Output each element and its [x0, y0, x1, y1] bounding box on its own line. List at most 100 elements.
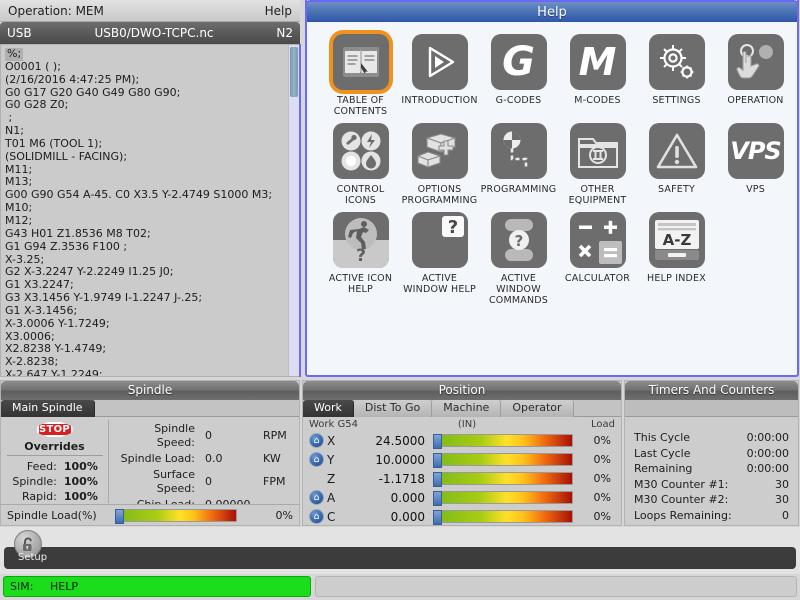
axis-row-x: ⌂X24.50000% [303, 431, 621, 450]
status-row: SIM: HELP [0, 574, 800, 600]
axis-name: C [327, 510, 345, 524]
help-item-vps[interactable]: VPSVPS [716, 123, 795, 206]
spindle-stop-indicator: STOP [37, 422, 73, 437]
override-row: Feed:100% [9, 460, 101, 473]
gcode-focus-border [299, 44, 301, 377]
gcode-scrollbar[interactable] [288, 45, 299, 376]
override-key: Spindle: [9, 475, 62, 488]
status-message-box [315, 576, 797, 597]
help-item-active-window-commands[interactable]: ?ACTIVE WINDOW COMMANDS [479, 212, 558, 306]
letter-g-icon: G [491, 34, 547, 90]
override-value: 100% [64, 460, 101, 473]
operation-bar: Operation: MEM Help [0, 0, 300, 22]
tab-dist-to-go[interactable]: Dist To Go [354, 400, 432, 417]
home-icon[interactable]: ⌂ [309, 452, 324, 467]
help-item-active-icon-help[interactable]: ? ACTIVE ICON HELP [321, 212, 400, 306]
gcode-editor[interactable]: %;O0001 ( );(2/16/2016 4:47:25 PM);G0 G1… [0, 44, 300, 377]
help-item-options-programming[interactable]: OPTIONS PROGRAMMING [400, 123, 479, 206]
help-item-other-equipment[interactable]: OTHER EQUIPMENT [558, 123, 637, 206]
help-item-help-index[interactable]: A-ZHELP INDEX [637, 212, 716, 306]
gcode-line: O0001 ( ); [5, 61, 288, 74]
tab-machine[interactable]: Machine [432, 400, 501, 417]
help-item-operation[interactable]: OPERATION [716, 34, 795, 117]
spindle-readout-row: Spindle Speed:0RPM [115, 422, 297, 450]
help-item-label: G-CODES [496, 95, 542, 106]
help-item-label: ACTIVE WINDOW HELP [403, 273, 476, 295]
readout-key: Spindle Speed: [115, 422, 203, 450]
timer-row: Loops Remaining:0 [634, 509, 789, 523]
help-item-g-codes[interactable]: G G-CODES [479, 34, 558, 117]
axis-name: Z [327, 472, 345, 486]
timer-value: 30 [743, 493, 789, 507]
spindle-load-row: Spindle Load(%) 0% [1, 504, 299, 525]
help-item-m-codes[interactable]: MM-CODES [558, 34, 637, 117]
help-item-control-icons[interactable]: CONTROL ICONS [321, 123, 400, 206]
gcode-line: M11; [5, 164, 288, 177]
gcode-text[interactable]: %;O0001 ( );(2/16/2016 4:47:25 PM);G0 G1… [1, 45, 288, 376]
gcode-line: (2/16/2016 4:47:25 PM); [5, 74, 288, 87]
help-item-active-window-help[interactable]: ?ACTIVE WINDOW HELP [400, 212, 479, 306]
axis-value: 0.000 [345, 510, 429, 524]
home-icon[interactable]: ⌂ [309, 509, 324, 524]
overrides-label: Overrides [24, 440, 84, 453]
help-item-label: OPTIONS PROGRAMMING [402, 184, 478, 206]
hand-touch-icon [728, 34, 784, 90]
play-triangle-icon [412, 34, 468, 90]
timer-value: 0 [743, 509, 789, 523]
spindle-readout-row: Surface Speed:0FPM [115, 468, 297, 496]
tab-work[interactable]: Work [303, 400, 354, 417]
readout-value: 0.0 [205, 452, 261, 466]
program-device: USB [7, 26, 32, 40]
open-book-icon [333, 34, 389, 90]
svg-text:A-Z: A-Z [662, 231, 691, 249]
help-item-introduction[interactable]: INTRODUCTION [400, 34, 479, 117]
help-link[interactable]: Help [265, 4, 292, 18]
svg-text:?: ? [356, 246, 366, 266]
axis-row-y: ⌂Y10.00000% [303, 450, 621, 469]
warning-triangle-icon [649, 123, 705, 179]
timer-key: M30 Counter #1: [634, 478, 741, 492]
timer-row: Last Cycle0:00:00 [634, 447, 789, 461]
timer-value: 0:00:00 [743, 447, 789, 461]
help-item-label: TABLE OF CONTENTS [334, 95, 388, 117]
timer-key: This Cycle [634, 431, 741, 445]
operation-mode-label: Operation: MEM [8, 4, 104, 18]
help-icon-row: CONTROL ICONSOPTIONS PROGRAMMINGPROGRAMM… [307, 123, 797, 206]
gcode-line: G0 G28 Z0; [5, 99, 288, 112]
setup-bar[interactable] [4, 547, 796, 569]
help-item-label: SAFETY [658, 184, 695, 195]
four-control-icons [333, 123, 389, 179]
help-item-label: SETTINGS [652, 95, 700, 106]
timer-row: This Cycle0:00:00 [634, 431, 789, 445]
help-item-settings[interactable]: SETTINGS [637, 34, 716, 117]
tab-main-spindle[interactable]: Main Spindle [1, 400, 95, 417]
program-header: USB USB0/DWO-TCPC.nc N2 [0, 22, 300, 44]
spindle-load-value: 0% [237, 509, 293, 522]
timers-tabstrip [625, 400, 798, 417]
probe-path-icon [491, 123, 547, 179]
gcode-scrollbar-thumb[interactable] [290, 47, 298, 97]
spindle-panel: Spindle Main Spindle STOP Overrides Feed… [0, 380, 300, 526]
help-icon-row: ? ACTIVE ICON HELP ?ACTIVE WINDOW HELP?ACT… [307, 212, 797, 306]
spindle-body: STOP Overrides Feed:100%Spindle:100%Rapi… [1, 417, 299, 503]
readout-key: Spindle Load: [115, 452, 203, 466]
help-item-label: ACTIVE ICON HELP [329, 273, 392, 295]
timer-row: Remaining0:00:00 [634, 462, 789, 476]
sim-value: HELP [50, 580, 78, 593]
timer-value: 0:00:00 [743, 431, 789, 445]
tab-operator[interactable]: Operator [501, 400, 573, 417]
gcode-line: ; [5, 112, 288, 125]
gcode-line: G1 X-3.1456; [5, 305, 288, 318]
help-item-table-of-contents[interactable]: TABLE OF CONTENTS [321, 34, 400, 117]
spindle-tabstrip: Main Spindle [1, 400, 299, 417]
help-item-label: VPS [746, 184, 765, 195]
help-item-programming[interactable]: PROGRAMMING [479, 123, 558, 206]
spindle-status-column: STOP Overrides Feed:100%Spindle:100%Rapi… [1, 420, 109, 503]
help-item-calculator[interactable]: CALCULATOR [558, 212, 637, 306]
axis-load-bar [435, 510, 573, 523]
spindle-load-bar [117, 509, 237, 522]
home-icon[interactable]: ⌂ [309, 433, 324, 448]
sim-status-badge: SIM: HELP [3, 576, 311, 597]
home-icon[interactable]: ⌂ [309, 490, 324, 505]
help-item-safety[interactable]: SAFETY [637, 123, 716, 206]
